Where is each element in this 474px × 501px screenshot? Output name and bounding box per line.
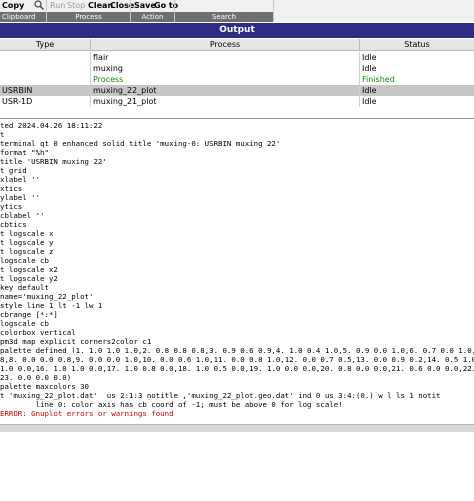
table-row[interactable]: flair Idle [0,52,474,63]
console-line: logscale cb [0,256,49,265]
console-line: xlabel '' [0,175,41,184]
row-type [0,63,91,74]
toolbar-sections: Clipboard Process Action Search [0,12,474,22]
row-status: Idle [362,97,377,106]
console-line: xtics [0,184,23,193]
row-type [0,52,91,63]
output-title: Output [0,23,474,38]
copy-button[interactable]: Copy [2,1,34,11]
row-status: Idle [362,86,377,95]
table-row[interactable]: muxing Idle [0,63,474,74]
console-line: 1.0 0.0,16. 1.0 1.0 0.0,17. 1.0 0.8 0.0,… [0,364,474,373]
console-line: t 'muxing_22_plot.dat' us 2:1:3 notitle … [0,391,441,400]
section-search: Search [175,12,273,22]
console-line: line 0: color axis has cb coord of -1; m… [0,400,343,409]
table-row[interactable]: USR-1D muxing_21_plot Idle [0,96,474,107]
horizontal-scrollbar[interactable] [0,424,474,432]
section-action: Action [131,12,174,22]
console-output[interactable]: ted 2024.04.26 18:11:22 t terminal qt 0 en… [0,118,474,424]
console-line: t logscale x [0,229,54,238]
table-header: Type Process Status [0,39,474,51]
row-status: Idle [362,53,377,62]
console-line: cbtics [0,220,27,229]
console-line: t [0,130,5,139]
console-line: terminal qt 0 enhanced solid title 'muxi… [0,139,281,148]
run-button[interactable]: Run [50,1,65,11]
section-clipboard: Clipboard [0,12,46,22]
table-row[interactable]: Process Finished [0,74,474,85]
console-line: ted 2024.04.26 18:11:22 [0,121,103,130]
row-process: muxing_21_plot [91,96,360,107]
console-line: t logscale y2 [0,274,58,283]
search-icon[interactable] [34,0,44,10]
console-line: t logscale y [0,238,54,247]
console-line: t logscale x2 [0,265,58,274]
console-line: 8,8. 0.0 0.0 0.8,9. 0.0 0.0 1.0,10. 0.0 … [0,355,474,364]
console-line: palette maxcolors 30 [0,382,89,391]
console-line: key default [0,283,49,292]
process-table: Type Process Status flair Idle muxing Id… [0,39,474,116]
row-type: USR-1D [0,96,91,107]
save-button[interactable]: Save [134,1,156,11]
toolbar: Copy Run Stop Clean Close Save Go to Cli… [0,0,474,22]
row-status: Finished [362,75,395,84]
console-line: title 'USRBIN muxing 22' [0,157,107,166]
console-line: logscale cb [0,319,49,328]
console-line: cbrange [*:*] [0,310,58,319]
row-type [0,74,91,85]
console-line: 23. 0.0 0.0 0.0) [0,373,72,382]
console-line: ylabel '' [0,193,41,202]
console-line: palette defined (1. 1.0 1.0 1.0,2. 0.8 0… [0,346,474,355]
console-line: name='muxing_22_plot' [0,292,94,301]
column-header-process[interactable]: Process [91,39,360,51]
console-line: cblabel '' [0,211,45,220]
console-line: format "%h" [0,148,49,157]
toolbar-divider [130,0,131,22]
row-process: flair [91,52,360,63]
section-process: Process [47,12,130,22]
console-line: t logscale z [0,247,54,256]
copy-label: Copy [2,1,25,10]
row-type: USRBIN [0,85,91,96]
console-line: pm3d map explicit corners2color c1 [0,337,152,346]
column-header-status[interactable]: Status [360,39,474,51]
stop-button[interactable]: Stop [67,1,85,11]
console-line: ERROR: Gnuplot errors or warnings found [0,409,174,418]
row-process: muxing_22_plot [91,85,360,96]
row-process: Process [91,74,360,85]
toolbar-divider [273,0,274,22]
row-process: muxing [91,63,360,74]
table-row-selected[interactable]: USRBIN muxing_22_plot Idle [0,85,474,96]
toolbar-divider [46,0,47,22]
console-line: colorbox vertical [0,328,76,337]
toolbar-divider [174,0,175,22]
console-line: t grid [0,166,27,175]
column-header-type[interactable]: Type [0,39,91,51]
console-line: style line 1 lt -1 lw 1 [0,301,103,310]
row-status: Idle [362,64,377,73]
console-line: ytics [0,202,23,211]
